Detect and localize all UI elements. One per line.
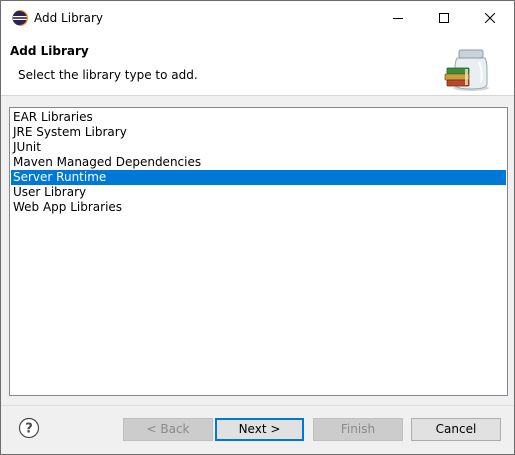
- library-type-item[interactable]: Web App Libraries: [11, 200, 506, 215]
- library-jar-icon: [443, 42, 491, 92]
- footer-divider: [1, 405, 514, 406]
- library-type-item[interactable]: EAR Libraries: [11, 110, 506, 125]
- library-type-item[interactable]: Maven Managed Dependencies: [11, 155, 506, 170]
- eclipse-icon: [12, 9, 29, 27]
- dialog-header: Add Library Select the library type to a…: [1, 34, 514, 96]
- dialog-heading: Add Library: [10, 44, 89, 58]
- library-type-item[interactable]: Server Runtime: [11, 170, 506, 185]
- library-type-item[interactable]: JUnit: [11, 140, 506, 155]
- back-button[interactable]: < Back: [123, 418, 213, 441]
- cancel-button[interactable]: Cancel: [411, 418, 501, 441]
- maximize-icon: [439, 12, 449, 23]
- window-title: Add Library: [34, 11, 104, 25]
- library-type-item[interactable]: User Library: [11, 185, 506, 200]
- maximize-button[interactable]: [421, 1, 467, 34]
- close-icon: [485, 12, 495, 23]
- finish-button[interactable]: Finish: [313, 418, 403, 441]
- library-type-list[interactable]: EAR Libraries JRE System Library JUnit Mave…: [9, 107, 508, 396]
- next-button[interactable]: Next >: [215, 418, 304, 441]
- minimize-icon: [393, 17, 403, 19]
- minimize-button[interactable]: [375, 1, 421, 34]
- close-button[interactable]: [467, 1, 513, 34]
- svg-text:?: ?: [25, 422, 33, 437]
- title-bar[interactable]: Add Library: [1, 1, 514, 34]
- library-type-item[interactable]: JRE System Library: [11, 125, 506, 140]
- dialog-description: Select the library type to add.: [18, 68, 198, 82]
- help-button[interactable]: ?: [18, 417, 40, 439]
- add-library-dialog: Add Library Add Library Select the libra…: [0, 0, 515, 455]
- help-icon: ?: [18, 417, 40, 439]
